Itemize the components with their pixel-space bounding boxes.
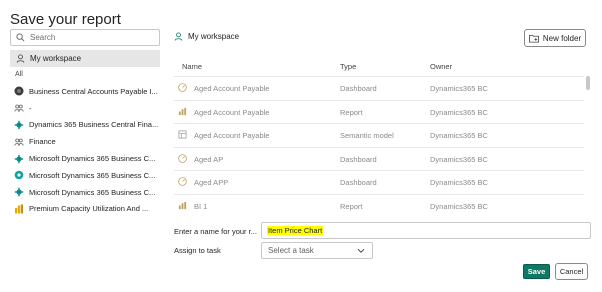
breadcrumb-label: My workspace <box>188 32 240 41</box>
new-folder-button[interactable]: New folder <box>524 29 586 47</box>
all-section-label: All <box>15 71 23 78</box>
table-row[interactable]: BI 1 Report Dynamics365 BC <box>174 193 584 217</box>
cell-owner: Dynamics365 BC <box>430 154 488 164</box>
chevron-down-icon <box>357 248 365 253</box>
people-group-icon <box>14 137 24 147</box>
cell-name: Aged Account Payable <box>194 84 270 93</box>
sidebar-workspace-label: Microsoft Dynamics 365 Business C... <box>29 170 156 180</box>
semantic-model-icon <box>178 130 187 139</box>
dark-circle-icon <box>14 86 24 96</box>
teal-dot-icon <box>14 187 24 197</box>
cell-name: Aged Account Payable <box>194 107 270 117</box>
table-row[interactable]: Aged APP Dashboard Dynamics365 BC <box>174 170 584 193</box>
cell-type: Report <box>340 107 363 117</box>
cell-name: Aged AP <box>194 154 224 164</box>
teal-lifebuoy-icon <box>14 170 24 180</box>
cell-type: Dashboard <box>340 84 377 93</box>
sidebar-item-label: My workspace <box>30 54 82 63</box>
table-header: Name Type Owner <box>174 58 586 76</box>
table-row[interactable]: Aged Account Payable Dashboard Dynamics365… <box>174 76 584 99</box>
sidebar-item-my-workspace[interactable]: My workspace <box>10 50 160 67</box>
sidebar-workspace-label: Business Central Accounts Payable I... <box>29 86 158 96</box>
task-select[interactable]: Select a task <box>261 242 373 259</box>
sidebar-workspace-item[interactable]: Microsoft Dynamics 365 Business C... <box>14 167 164 184</box>
table-row[interactable]: Aged AP Dashboard Dynamics365 BC <box>174 146 584 170</box>
teal-dot-icon <box>14 120 24 130</box>
folder-add-icon <box>528 34 539 43</box>
person-icon <box>174 32 183 41</box>
dialog-title: Save your report <box>10 11 121 28</box>
table-scrollbar[interactable] <box>586 76 590 216</box>
cell-type: Semantic model <box>340 131 394 140</box>
sidebar-workspace-item[interactable]: Microsoft Dynamics 365 Business C... <box>14 150 164 167</box>
name-field-label: Enter a name for your r... <box>174 227 257 236</box>
sidebar-workspace-item[interactable]: Microsoft Dynamics 365 Business C... <box>14 184 164 201</box>
report-name-input[interactable]: Item Price Chart <box>261 222 591 239</box>
cell-owner: Dynamics365 BC <box>430 107 488 117</box>
report-name-value: Item Price Chart <box>267 226 324 235</box>
sidebar-workspace-item[interactable]: Dynamics 365 Business Central Fina... <box>14 117 164 134</box>
cancel-button[interactable]: Cancel <box>555 263 588 280</box>
cell-type: Report <box>340 201 363 211</box>
table-row[interactable]: Aged Account Payable Semantic model Dynami… <box>174 123 584 146</box>
sidebar-workspace-label: Premium Capacity Utilization And ... <box>29 204 149 214</box>
people-group-icon <box>14 103 24 113</box>
table-row[interactable]: Aged Account Payable Report Dynamics365 BC <box>174 99 584 123</box>
search-input[interactable] <box>30 33 150 42</box>
save-button[interactable]: Save <box>523 264 550 279</box>
dashboard-icon <box>178 83 187 92</box>
cell-name: Aged Account Payable <box>194 131 270 140</box>
sidebar-workspace-item[interactable]: Business Central Accounts Payable I... <box>14 83 164 100</box>
dashboard-icon <box>178 177 187 186</box>
person-icon <box>16 54 25 63</box>
dashboard-icon <box>178 153 187 163</box>
breadcrumb: My workspace <box>174 32 239 41</box>
cell-owner: Dynamics365 BC <box>430 201 488 211</box>
yellow-bars-icon <box>14 204 24 214</box>
cell-owner: Dynamics365 BC <box>430 84 488 93</box>
cell-owner: Dynamics365 BC <box>430 131 488 140</box>
cell-type: Dashboard <box>340 154 377 164</box>
report-icon <box>178 107 187 116</box>
teal-dot-icon <box>14 154 24 164</box>
search-box[interactable] <box>10 29 160 46</box>
task-select-placeholder: Select a task <box>268 246 314 255</box>
sidebar-workspace-label: Microsoft Dynamics 365 Business C... <box>29 187 156 197</box>
column-header-name[interactable]: Name <box>182 62 202 71</box>
search-icon <box>16 33 25 42</box>
items-table: Aged Account Payable Dashboard Dynamics365… <box>174 76 584 216</box>
column-header-owner[interactable]: Owner <box>430 62 452 71</box>
sidebar-workspace-item[interactable]: - <box>14 100 164 117</box>
task-field-label: Assign to task <box>174 246 221 255</box>
column-header-type[interactable]: Type <box>340 62 356 71</box>
sidebar-workspace-label: Finance <box>29 137 56 147</box>
cell-type: Dashboard <box>340 178 377 187</box>
report-icon <box>178 201 187 210</box>
scrollbar-thumb[interactable] <box>586 76 590 90</box>
workspace-list: Business Central Accounts Payable I... - D… <box>14 83 164 217</box>
sidebar-workspace-label: - <box>29 103 32 113</box>
cell-name: Aged APP <box>194 178 229 187</box>
sidebar-workspace-item[interactable]: Finance <box>14 133 164 150</box>
sidebar-workspace-label: Microsoft Dynamics 365 Business C... <box>29 154 156 164</box>
cell-owner: Dynamics365 BC <box>430 178 488 187</box>
sidebar-workspace-item[interactable]: Premium Capacity Utilization And ... <box>14 201 164 218</box>
new-folder-label: New folder <box>542 33 582 43</box>
sidebar-workspace-label: Dynamics 365 Business Central Fina... <box>29 120 159 130</box>
cell-name: BI 1 <box>194 201 208 211</box>
